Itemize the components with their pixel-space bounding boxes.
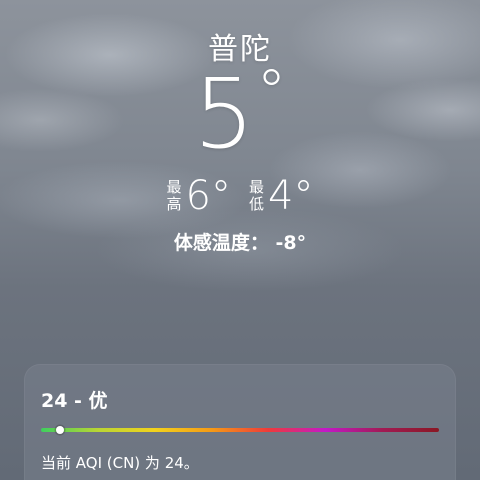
- high-label-top: 最: [166, 178, 182, 196]
- low-label-bottom: 低: [249, 195, 265, 213]
- aqi-title: 24 - 优: [41, 390, 108, 412]
- high-label: 最 高: [167, 179, 182, 213]
- degree-symbol: °: [256, 57, 287, 127]
- low-temperature: 最 低 4°: [249, 176, 313, 216]
- aqi-description: 当前 AQI (CN) 为 24。: [41, 454, 199, 472]
- high-label-bottom: 高: [166, 195, 182, 213]
- high-value: 6°: [185, 173, 231, 219]
- high-temperature: 最 高 6°: [167, 176, 231, 216]
- aqi-scale-bar: [41, 426, 439, 434]
- air-quality-card[interactable]: 24 - 优 当前 AQI (CN) 为 24。: [24, 364, 456, 480]
- high-low-temperatures: 最 高 6° 最 低 4°: [0, 176, 480, 216]
- current-temperature: 5°: [0, 58, 480, 170]
- low-label: 最 低: [249, 179, 264, 213]
- low-label-top: 最: [249, 178, 265, 196]
- low-value: 4°: [268, 173, 314, 219]
- feels-like-temperature: 体感温度： -8°: [173, 232, 307, 254]
- aqi-indicator-dot: [56, 426, 65, 434]
- current-temperature-value: 5: [193, 58, 255, 170]
